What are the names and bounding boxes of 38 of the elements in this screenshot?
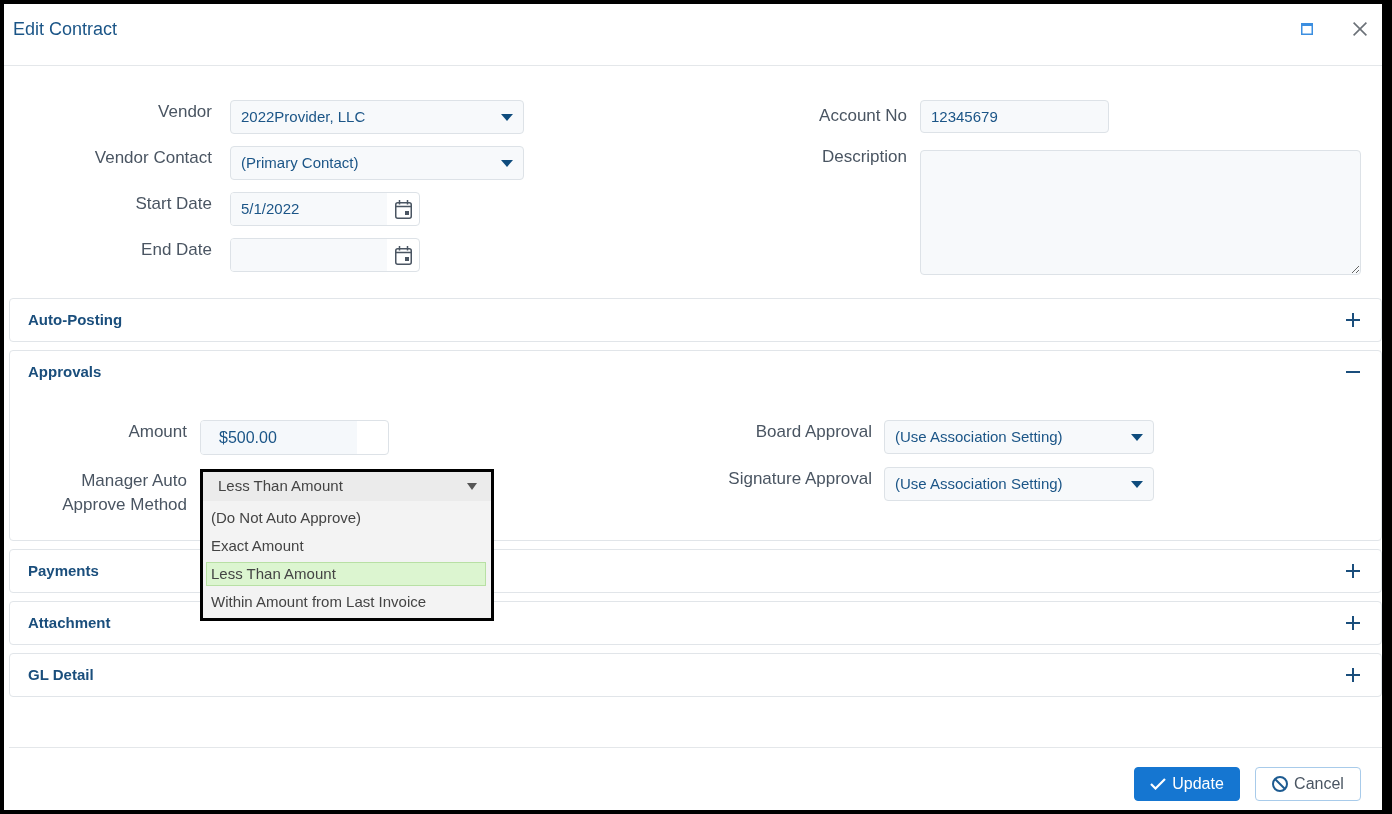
field-label: Account No [819, 105, 907, 127]
calendar-icon[interactable] [394, 245, 412, 265]
dropdown[interactable]: (Use Association Setting) [884, 420, 1154, 454]
dropdown[interactable]: 2022Provider, LLC [230, 100, 524, 134]
text-field[interactable]: 12345679 [920, 100, 1109, 133]
field-label: Start Date [135, 193, 212, 215]
field-label: Board Approval [755, 421, 872, 443]
date-field[interactable]: 5/1/2022 [230, 192, 420, 226]
dropdown[interactable]: Less Than Amount [203, 472, 491, 501]
amount-field[interactable]: $500.00 [200, 420, 389, 455]
field-label: Manager Auto Approve Method [61, 470, 187, 516]
close-icon[interactable] [1353, 22, 1367, 36]
field-label: End Date [141, 239, 212, 261]
caret-down-icon [501, 159, 513, 167]
dropdown-option[interactable]: Less Than Amount [206, 562, 486, 586]
maximize-icon[interactable] [1301, 23, 1313, 35]
dropdown[interactable]: (Primary Contact) [230, 146, 524, 180]
ban-icon [1272, 776, 1289, 792]
caret-down-icon [1131, 433, 1143, 441]
field-label: Description [821, 146, 907, 168]
dropdown[interactable]: (Use Association Setting) [884, 467, 1154, 501]
calendar-icon[interactable] [394, 199, 412, 219]
cancel-button[interactable]: Cancel [1255, 767, 1361, 801]
caret-down-icon [501, 113, 513, 121]
caret-down-icon [467, 483, 477, 490]
window-title: Edit Contract [13, 18, 118, 40]
update-button[interactable]: Update [1134, 767, 1240, 801]
field-label: Vendor [158, 101, 212, 123]
field-label: Vendor Contact [94, 147, 212, 169]
caret-down-icon [1131, 480, 1143, 488]
date-field[interactable] [230, 238, 420, 272]
section-header[interactable]: Auto-Posting [10, 299, 1381, 341]
dropdown-option[interactable]: (Do Not Auto Approve) [206, 506, 486, 530]
section-header[interactable]: GL Detail [10, 654, 1381, 696]
check-icon [1150, 778, 1167, 790]
field-label: Amount [128, 421, 187, 443]
field-label: Signature Approval [728, 468, 872, 490]
section-header[interactable]: Approvals [10, 351, 1381, 393]
